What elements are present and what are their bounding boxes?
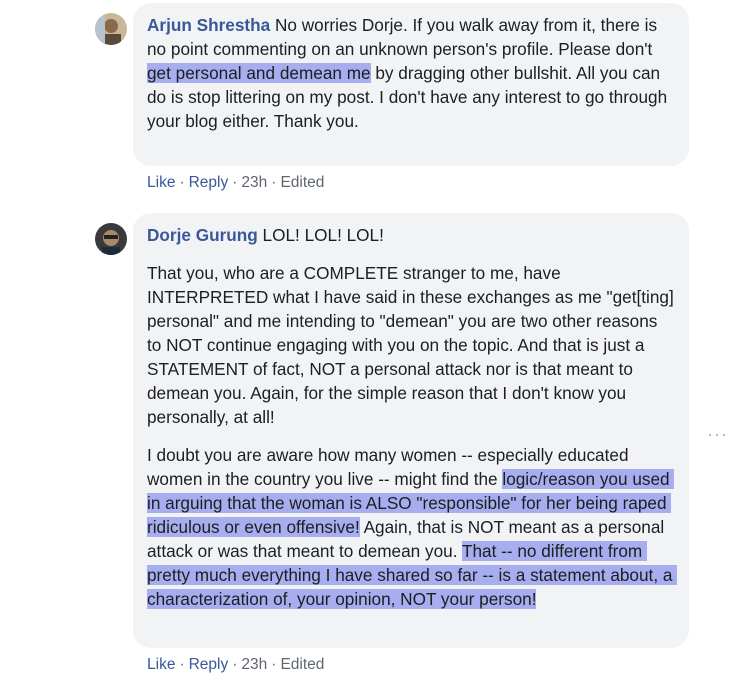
reply-link[interactable]: Reply <box>189 656 229 673</box>
timestamp[interactable]: 23h <box>241 656 267 673</box>
edited-label[interactable]: Edited <box>280 656 324 673</box>
timestamp[interactable]: 23h <box>241 174 267 191</box>
comment-author[interactable]: Dorje Gurung <box>147 225 258 245</box>
comment-bubble: Arjun Shrestha No worries Dorje. If you … <box>133 3 689 166</box>
edited-label[interactable]: Edited <box>280 174 324 191</box>
comment-paragraph: That you, who are a COMPLETE stranger to… <box>147 263 679 427</box>
comment-actions: Like · Reply · 23h · Edited <box>147 656 325 673</box>
comment-text: Arjun Shrestha No worries Dorje. If you … <box>147 15 672 131</box>
like-link[interactable]: Like <box>147 174 175 191</box>
comment-actions: Like · Reply · 23h · Edited <box>147 174 325 191</box>
comment-bubble: Dorje Gurung LOL! LOL! LOL! That you, wh… <box>133 213 689 648</box>
like-link[interactable]: Like <box>147 656 175 673</box>
reply-link[interactable]: Reply <box>189 174 229 191</box>
ellipsis-icon[interactable]: ··· <box>707 424 728 445</box>
highlighted-text: get personal and demean me <box>147 63 371 83</box>
comment-author[interactable]: Arjun Shrestha <box>147 15 270 35</box>
comment-paragraph: I doubt you are aware how many women -- … <box>147 445 678 609</box>
comment-text-line1: Dorje Gurung LOL! LOL! LOL! <box>147 225 384 245</box>
avatar[interactable] <box>95 13 127 45</box>
avatar[interactable] <box>95 223 127 255</box>
